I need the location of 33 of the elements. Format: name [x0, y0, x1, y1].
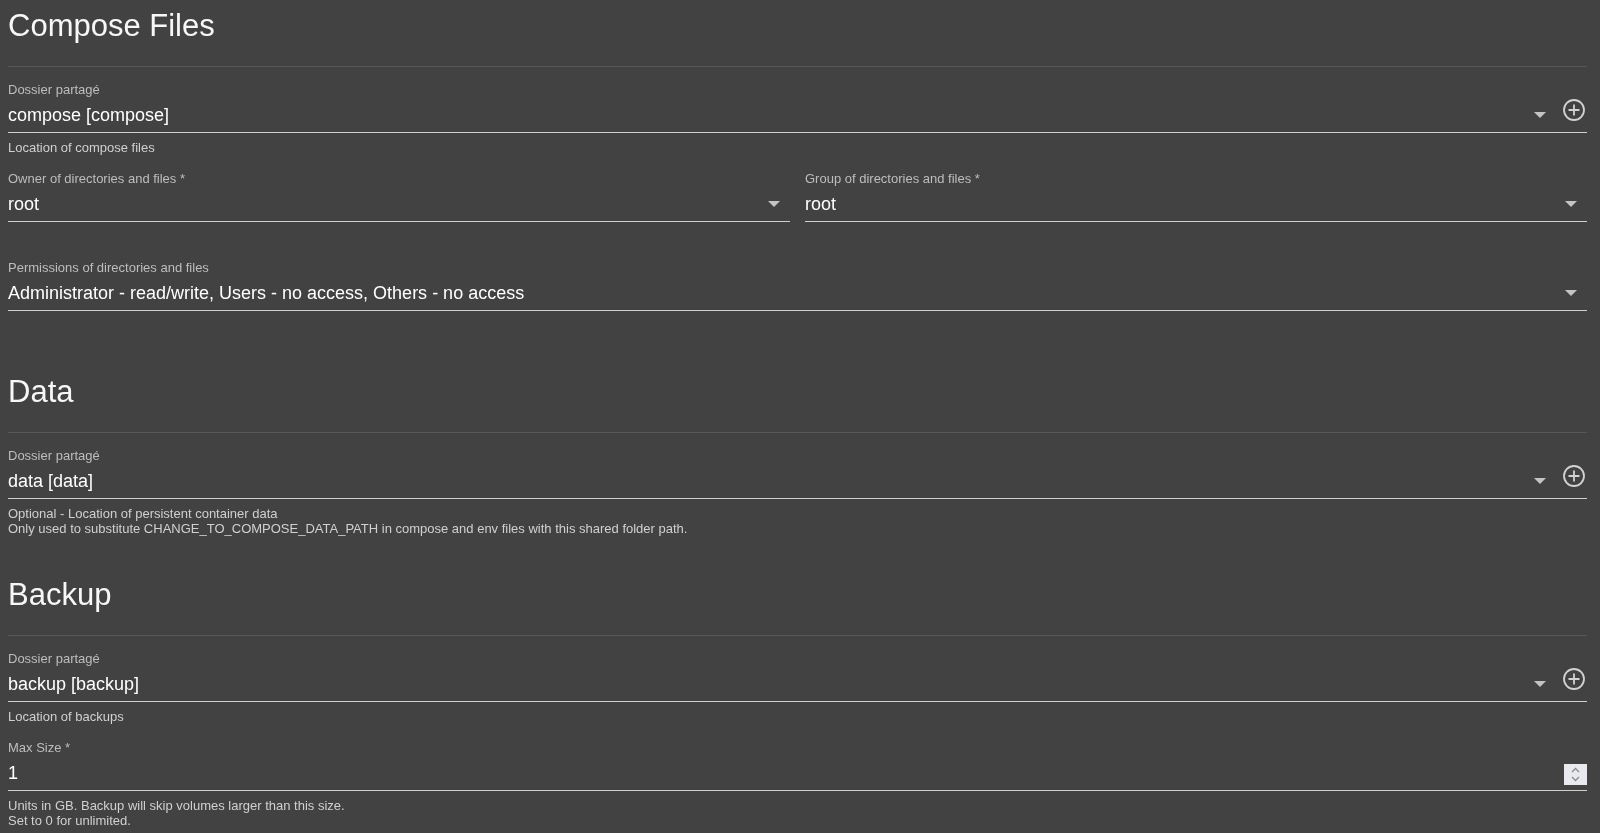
field-label: Dossier partagé — [8, 448, 101, 464]
hint-text: Optional - Location of persistent container data — [8, 506, 279, 521]
section-title: Backup — [8, 577, 113, 613]
dropdown-field[interactable]: compose [compose] — [8, 98, 1556, 132]
caret-down-icon — [1565, 201, 1577, 207]
field-label: Permissions of directories and files — [8, 260, 210, 276]
caret-down-icon — [1565, 290, 1577, 296]
dropdown-field[interactable]: backup [backup] — [8, 667, 1556, 701]
field-label: Dossier partagé — [8, 82, 101, 98]
field-label: Max Size * — [8, 740, 72, 756]
hint-text: Only used to substitute CHANGE_TO_COMPOSE_DATA_PATH in compose and env files with this shared folder path. — [8, 521, 689, 536]
hint-text: Set to 0 for unlimited. — [8, 813, 132, 828]
dropdown-field[interactable]: Administrator - read/write, Users - no access, Others - no access — [8, 276, 1587, 310]
plus-circle-icon[interactable] — [1563, 465, 1585, 487]
number-field[interactable]: 1 — [8, 756, 1587, 790]
caret-down-icon — [1534, 681, 1546, 687]
caret-down-icon — [768, 201, 780, 207]
section-title: Compose Files — [8, 8, 216, 44]
plus-circle-icon[interactable] — [1563, 99, 1585, 121]
dropdown-field[interactable]: data [data] — [8, 464, 1556, 498]
field-label: Group of directories and files * — [805, 171, 981, 187]
dropdown-field[interactable]: root — [8, 187, 790, 221]
dropdown-field[interactable]: root — [805, 187, 1587, 221]
hint-text: Location of compose files — [8, 140, 156, 155]
hint-text: Units in GB. Backup will skip volumes larger than this size. — [8, 798, 346, 813]
caret-down-icon — [1534, 478, 1546, 484]
spinner-arrows-icon[interactable] — [1564, 763, 1587, 785]
caret-down-icon — [1534, 112, 1546, 118]
section-title: Data — [8, 374, 75, 410]
field-label: Dossier partagé — [8, 651, 101, 667]
field-label: Owner of directories and files * — [8, 171, 187, 187]
hint-text: Location of backups — [8, 709, 125, 724]
plus-circle-icon[interactable] — [1563, 668, 1585, 690]
